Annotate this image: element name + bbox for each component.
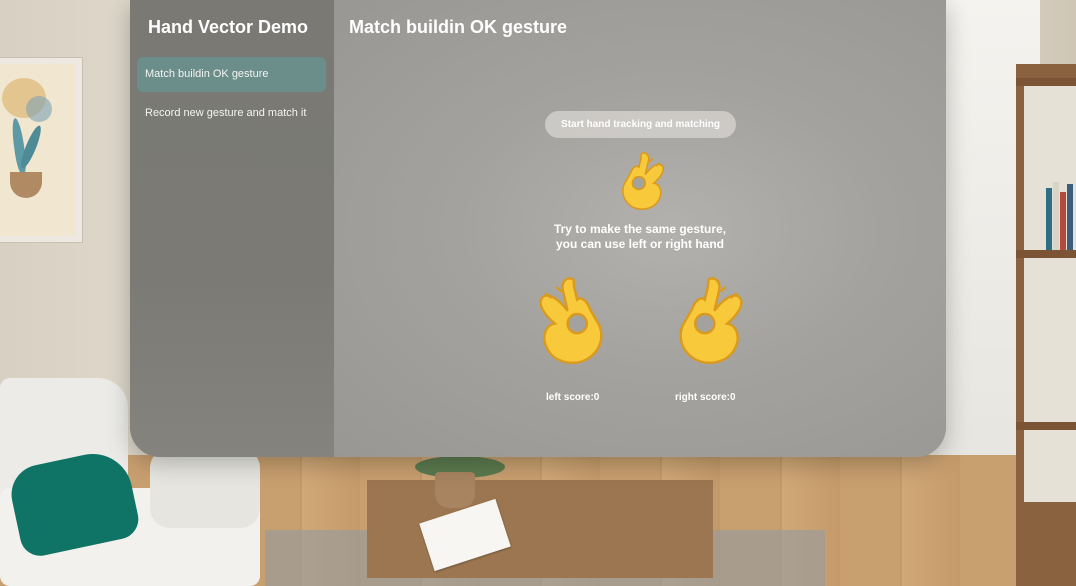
sidebar-item-record-new-gesture[interactable]: Record new gesture and match it [137, 96, 326, 131]
instruction-line-1: Try to make the same gesture, [553, 222, 727, 236]
coffee-table [265, 456, 825, 586]
page-title: Match buildin OK gesture [349, 17, 568, 37]
right-score-label: right score:0 [675, 392, 736, 403]
app-window: Hand Vector Demo Match buildin OK gestur… [130, 0, 946, 457]
wall-art [0, 58, 82, 242]
instruction-text: Try to make the same gesture, you can us… [490, 222, 790, 252]
right-ok-hand-icon [679, 277, 743, 364]
left-score-label: left score:0 [546, 392, 600, 403]
detail-pane: Match buildin OK gesture Start hand trac… [334, 0, 946, 457]
start-tracking-button[interactable]: Start hand tracking and matching [545, 111, 736, 138]
left-ok-hand-icon [539, 277, 603, 364]
sidebar: Hand Vector Demo Match buildin OK gestur… [130, 0, 334, 457]
app-title: Hand Vector Demo [148, 17, 309, 37]
instruction-line-2: you can use left or right hand [555, 237, 725, 251]
ok-hand-icon [622, 152, 665, 210]
sidebar-item-match-ok-gesture[interactable]: Match buildin OK gesture [137, 57, 326, 92]
bookshelf [1016, 64, 1076, 586]
